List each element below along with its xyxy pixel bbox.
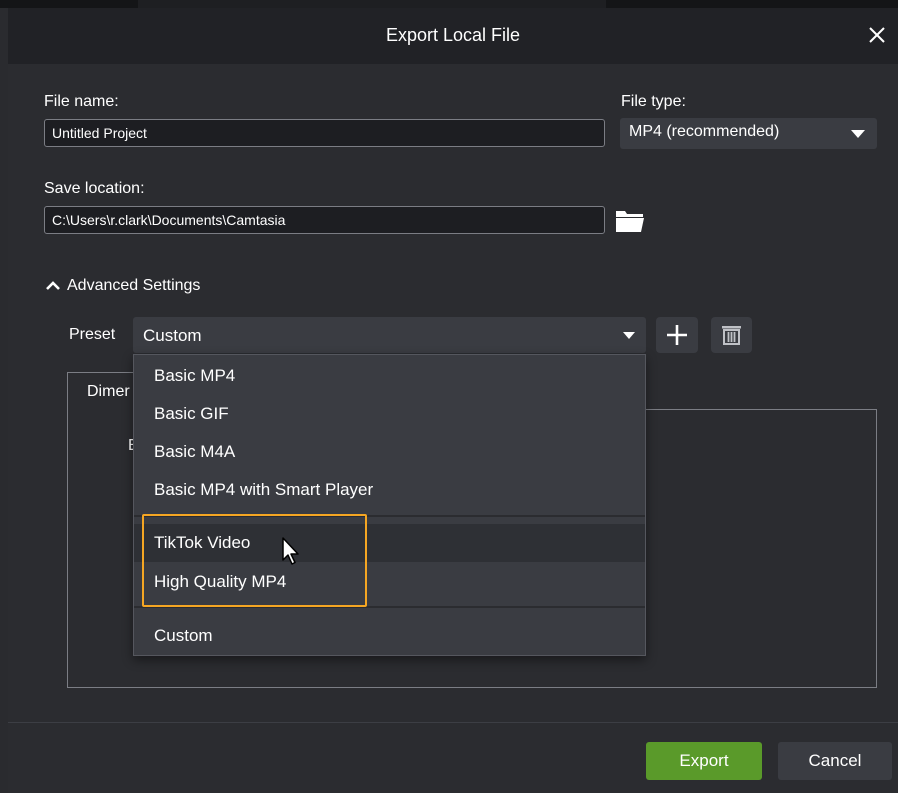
dialog-titlebar: Export Local File bbox=[8, 8, 898, 64]
footer-divider bbox=[8, 722, 898, 723]
preset-dropdown-list: Basic MP4 Basic GIF Basic M4A Basic MP4 … bbox=[133, 354, 646, 656]
preset-option-basic-mp4[interactable]: Basic MP4 bbox=[134, 357, 645, 395]
preset-option-basic-m4a[interactable]: Basic M4A bbox=[134, 433, 645, 471]
file-type-select[interactable]: MP4 (recommended) bbox=[620, 118, 877, 149]
export-button[interactable]: Export bbox=[646, 742, 762, 780]
preset-selected-value: Custom bbox=[143, 326, 202, 345]
advanced-settings-toggle[interactable]: Advanced Settings bbox=[67, 277, 200, 295]
preset-label: Preset bbox=[69, 326, 116, 343]
trash-icon bbox=[722, 326, 741, 345]
file-type-label: File type: bbox=[621, 93, 686, 110]
tab-dimensions-label: Dimer bbox=[87, 383, 130, 400]
add-preset-button[interactable] bbox=[656, 317, 698, 353]
folder-icon[interactable] bbox=[613, 205, 647, 235]
window-top-strip bbox=[0, 0, 898, 8]
file-name-label: File name: bbox=[44, 93, 119, 110]
preset-option-custom[interactable]: Custom bbox=[134, 617, 645, 655]
save-location-input[interactable]: C:\Users\r.clark\Documents\Camtasia bbox=[44, 206, 605, 234]
top-strip-segment bbox=[606, 0, 898, 8]
dialog-title: Export Local File bbox=[385, 25, 521, 45]
preset-option-basic-gif[interactable]: Basic GIF bbox=[134, 395, 645, 433]
delete-preset-button[interactable] bbox=[711, 317, 752, 353]
plus-icon bbox=[667, 325, 687, 345]
caret-down-icon bbox=[623, 332, 635, 339]
save-location-label: Save location: bbox=[44, 180, 145, 197]
file-type-value: MP4 (recommended) bbox=[629, 123, 780, 140]
close-icon[interactable] bbox=[866, 24, 888, 46]
preset-option-basic-mp4-smart-player[interactable]: Basic MP4 with Smart Player bbox=[134, 471, 645, 509]
top-strip-segment bbox=[0, 0, 138, 8]
file-name-input[interactable]: Untitled Project bbox=[44, 119, 605, 147]
preset-select[interactable]: Custom bbox=[133, 317, 646, 353]
tab-dimensions[interactable]: Dimer bbox=[67, 372, 137, 410]
chevron-up-icon[interactable] bbox=[44, 277, 64, 295]
caret-down-icon bbox=[851, 130, 865, 138]
cancel-button[interactable]: Cancel bbox=[778, 742, 892, 780]
mouse-cursor-icon bbox=[281, 537, 303, 567]
highlight-annotation bbox=[142, 514, 367, 607]
